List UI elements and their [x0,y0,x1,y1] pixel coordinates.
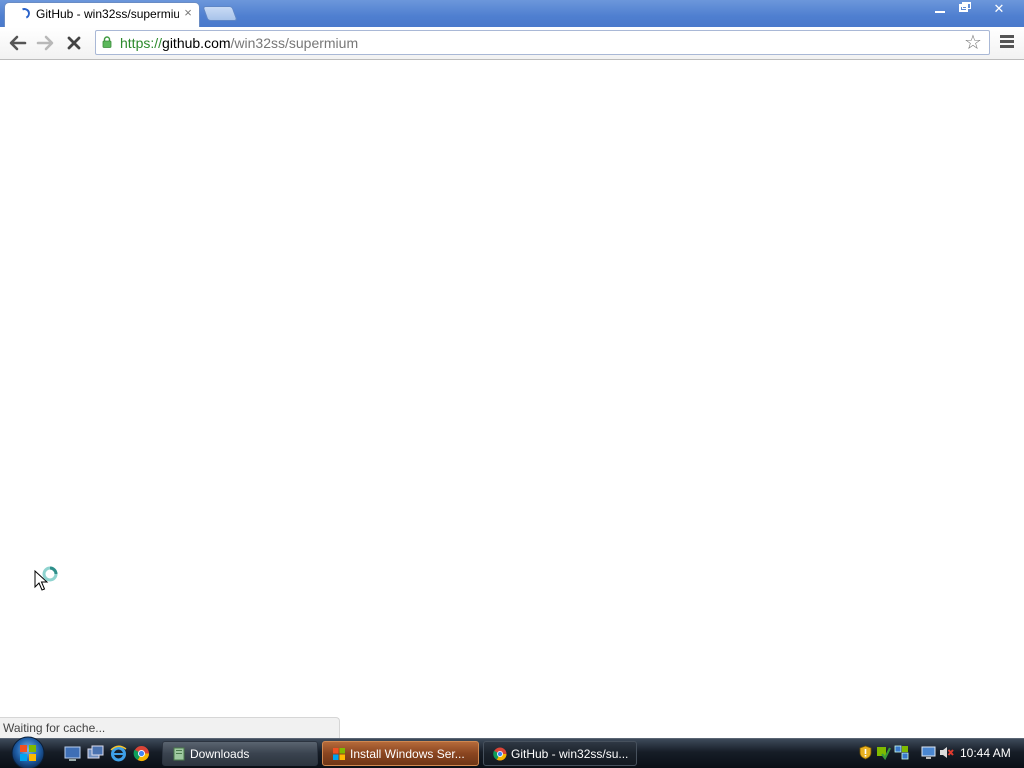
shield-warning-icon[interactable] [858,745,873,760]
minimize-button[interactable] [928,0,952,18]
browser-toolbar: https://github.com/win32ss/supermium ☆ [0,27,1024,60]
busy-cursor-icon [34,566,58,591]
windows-update-icon [333,748,345,760]
status-text: Waiting for cache... [3,721,106,735]
display-icon[interactable] [921,745,936,760]
address-bar[interactable]: https://github.com/win32ss/supermium ☆ [95,30,990,55]
folder-icon [173,747,185,761]
taskbar: Downloads Install Windows Ser... GitHub … [0,735,1024,768]
taskbar-item-downloads[interactable]: Downloads [162,741,318,766]
close-window-button[interactable]: ✕ [986,0,1012,18]
switch-windows-icon[interactable] [87,745,104,762]
task-label: GitHub - win32ss/su... [511,747,629,761]
tab-github[interactable]: GitHub - win32ss/supermium × [4,2,200,27]
start-button[interactable] [8,735,48,768]
menu-bar [1000,35,1014,38]
page-content [0,60,1024,738]
stop-icon [67,36,81,50]
forward-arrow-icon [36,35,54,51]
back-button[interactable] [5,31,29,55]
show-desktop-icon[interactable] [64,745,81,762]
screen: GitHub - win32ss/supermium × ✕ https://g… [0,0,1024,768]
taskbar-clock[interactable]: 10:44 AM [960,746,1011,760]
network-icon[interactable] [894,745,909,760]
security-center-icon[interactable] [876,745,891,760]
tab-close-icon[interactable]: × [182,6,194,20]
new-tab-button[interactable] [202,6,238,21]
tab-title: GitHub - win32ss/supermium [36,7,179,21]
url-text[interactable]: https://github.com/win32ss/supermium [120,35,358,51]
stop-loading-button[interactable] [62,31,86,55]
star-icon[interactable]: ☆ [962,32,984,54]
back-arrow-icon [9,35,27,51]
url-path: /win32ss/supermium [230,35,359,51]
forward-button[interactable] [34,31,58,55]
task-label: Downloads [190,747,250,761]
volume-muted-icon[interactable] [939,745,954,760]
url-host: github.com [162,35,231,51]
status-bubble: Waiting for cache... [0,717,340,738]
taskbar-item-github[interactable]: GitHub - win32ss/su... [483,741,637,766]
minimize-icon [935,11,945,13]
lock-icon[interactable] [102,36,112,48]
task-label: Install Windows Ser... [350,747,465,761]
taskbar-item-install-windows[interactable]: Install Windows Ser... [322,741,479,766]
restore-icon [959,4,968,12]
browser-titlebar: GitHub - win32ss/supermium × ✕ [0,0,1024,27]
restore-button[interactable] [953,0,977,18]
menu-bar [1000,40,1014,43]
hamburger-menu-icon[interactable] [998,33,1016,53]
chrome-icon[interactable] [133,745,150,762]
menu-bar [1000,45,1014,48]
url-scheme: https:// [120,35,163,51]
loading-spinner-icon [17,6,32,21]
chrome-icon [493,747,507,761]
ie-icon[interactable] [110,745,127,762]
